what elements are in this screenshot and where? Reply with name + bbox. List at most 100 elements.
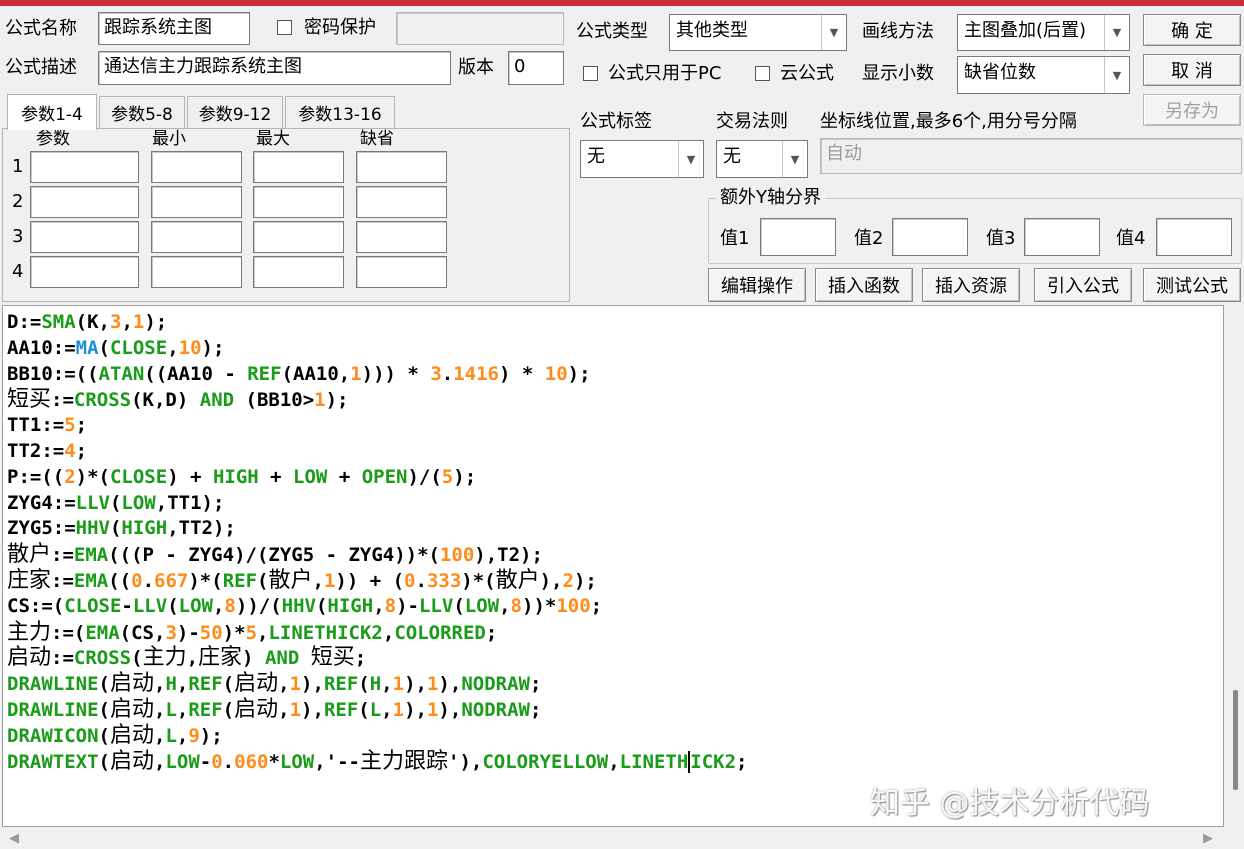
trade-rule-value: 无 (723, 146, 741, 167)
code-line[interactable]: TT1:=5; (7, 413, 748, 439)
chevron-down-icon[interactable]: ▼ (1104, 57, 1129, 93)
code-token: ( (98, 673, 110, 696)
vertical-scroll-thumb[interactable] (1233, 690, 1238, 790)
code-line[interactable]: 散户:=EMA(((P - ZYG4)/(ZYG5 - ZYG4))*(100)… (7, 542, 748, 568)
insert-function-button[interactable]: 插入函数 (815, 268, 913, 302)
param-max-input[interactable] (253, 221, 344, 253)
code-line[interactable]: ZYG5:=HHV(HIGH,TT2); (7, 516, 748, 542)
params-header-min: 最小 (152, 129, 186, 149)
param-max-input[interactable] (253, 256, 344, 288)
y-value-1-input[interactable] (760, 218, 836, 256)
param-row-number: 2 (12, 191, 24, 212)
param-name-input[interactable] (30, 151, 139, 183)
code-token: 1 (392, 698, 405, 721)
scroll-left-arrow-icon[interactable]: ◀ (4, 827, 24, 849)
code-token: 0 (211, 750, 223, 773)
code-line[interactable]: ZYG4:=LLV(LOW,TT1); (7, 491, 748, 517)
code-token: 1416 (453, 362, 499, 385)
param-default-input[interactable] (356, 221, 447, 253)
formula-name-input[interactable]: 跟踪系统主图 (98, 12, 250, 45)
tab-params-13-16[interactable]: 参数13-16 (285, 96, 395, 128)
tab-params-9-12[interactable]: 参数9-12 (187, 96, 283, 128)
pc-only-checkbox[interactable] (583, 66, 598, 81)
param-min-input[interactable] (151, 186, 242, 218)
param-min-input[interactable] (151, 256, 242, 288)
code-token: , (176, 698, 189, 721)
cloud-formula-checkbox[interactable] (755, 66, 770, 81)
code-token: HIGH (121, 517, 168, 540)
code-token: ; (75, 414, 88, 437)
cancel-button[interactable]: 取 消 (1143, 54, 1241, 86)
draw-method-select[interactable]: 主图叠加(后置) ▼ (957, 14, 1130, 51)
param-max-input[interactable] (253, 151, 344, 183)
insert-resource-button[interactable]: 插入资源 (922, 268, 1020, 302)
version-input[interactable]: 0 (508, 51, 564, 85)
import-formula-button[interactable]: 引入公式 (1034, 268, 1132, 302)
code-line[interactable]: P:=((2)*(CLOSE) + HIGH + LOW + OPEN)/(5)… (7, 465, 748, 491)
code-line[interactable]: CS:=(CLOSE-LLV(LOW,8))/(HHV(HIGH,8)-LLV(… (7, 594, 748, 620)
param-max-input[interactable] (253, 186, 344, 218)
code-line[interactable]: D:=SMA(K,3,1); (7, 310, 748, 336)
code-line[interactable]: BB10:=((ATAN((AA10 - REF(AA10,1))) * 3.1… (7, 362, 748, 388)
tab-params-5-8[interactable]: 参数5-8 (99, 96, 185, 128)
code-token: ),T2); (474, 544, 543, 567)
edit-operation-button[interactable]: 编辑操作 (708, 268, 806, 302)
test-formula-button[interactable]: 测试公式 (1143, 268, 1241, 302)
chevron-down-icon[interactable]: ▼ (782, 141, 807, 177)
y-value-4-input[interactable] (1156, 218, 1232, 256)
chevron-down-icon[interactable]: ▼ (821, 15, 846, 50)
code-line[interactable]: DRAWLINE(启动,L,REF(启动,1),REF(L,1),1),NODR… (7, 697, 748, 723)
code-editor[interactable]: D:=SMA(K,3,1); AA10:=MA(CLOSE,10); BB10:=(… (2, 305, 1224, 827)
param-default-input[interactable] (356, 256, 447, 288)
tab-params-1-4[interactable]: 参数1-4 (7, 94, 97, 130)
code-token: ZYG4:= (7, 491, 76, 514)
code-line[interactable]: AA10:=MA(CLOSE,10); (7, 336, 748, 362)
code-line[interactable]: DRAWICON(启动,L,9); (7, 723, 748, 749)
code-token: ,TT1); (155, 491, 225, 514)
param-default-input[interactable] (356, 151, 447, 183)
param-name-input[interactable] (30, 256, 139, 288)
code-token: , (167, 336, 179, 359)
code-token: 主力 (7, 619, 52, 645)
formula-type-label: 公式类型 (576, 21, 648, 42)
version-label: 版本 (458, 57, 494, 78)
code-line[interactable]: 主力:=(EMA(CS,3)-50)*5,LINETHICK2,COLORRED… (7, 620, 748, 646)
code-line[interactable]: DRAWTEXT(启动,LOW-0.060*LOW,'--主力跟踪'),COLO… (7, 749, 748, 775)
chevron-down-icon[interactable]: ▼ (678, 141, 703, 177)
formula-desc-input[interactable]: 通达信主力跟踪系统主图 (98, 51, 451, 85)
code-text[interactable]: D:=SMA(K,3,1); AA10:=MA(CLOSE,10); BB10:=(… (7, 310, 748, 774)
trade-rule-select[interactable]: 无 ▼ (716, 140, 808, 178)
param-min-input[interactable] (151, 151, 242, 183)
code-line[interactable]: TT2:=4; (7, 439, 748, 465)
code-token: 庄家 (7, 567, 52, 593)
chevron-down-icon[interactable]: ▼ (1104, 15, 1129, 50)
code-token: ))/( (235, 594, 282, 617)
code-line[interactable]: DRAWLINE(启动,H,REF(启动,1),REF(H,1),1),NODR… (7, 671, 748, 697)
code-token: 主力 (142, 645, 187, 671)
param-min-input[interactable] (151, 221, 242, 253)
code-token: HHV (281, 594, 316, 617)
code-token: NODRAW (461, 698, 530, 721)
param-default-input[interactable] (356, 186, 447, 218)
code-token: D:= (7, 311, 42, 333)
scroll-right-arrow-icon[interactable]: ▶ (1198, 827, 1218, 849)
param-name-input[interactable] (30, 186, 139, 218)
code-line[interactable]: 短买:=CROSS(K,D) AND (BB10>1); (7, 387, 748, 413)
formula-type-select[interactable]: 其他类型 ▼ (669, 14, 847, 51)
y-value-3-label: 值3 (986, 228, 1016, 249)
code-token: 8 (384, 594, 397, 617)
decimals-select[interactable]: 缺省位数 ▼ (957, 56, 1130, 94)
code-line[interactable]: 庄家:=EMA((0.667)*(REF(散户,1)) + (0.333)*(散… (7, 568, 748, 594)
formula-tag-select[interactable]: 无 ▼ (580, 140, 704, 178)
extra-y-axis-title: 额外Y轴分界 (716, 186, 825, 210)
param-name-input[interactable] (30, 221, 139, 253)
password-protect-checkbox[interactable] (277, 20, 292, 35)
code-line[interactable]: 启动:=CROSS(主力,庄家) AND 短买; (7, 645, 748, 671)
code-token: )*( (461, 569, 496, 592)
editor-horizontal-scrollbar[interactable]: ◀ ▶ (0, 827, 1224, 849)
ok-button[interactable]: 确 定 (1143, 14, 1241, 46)
y-value-3-input[interactable] (1024, 218, 1100, 256)
code-token: LOW (178, 594, 213, 617)
y-value-2-input[interactable] (892, 218, 968, 256)
code-token: 启动 (109, 722, 154, 748)
